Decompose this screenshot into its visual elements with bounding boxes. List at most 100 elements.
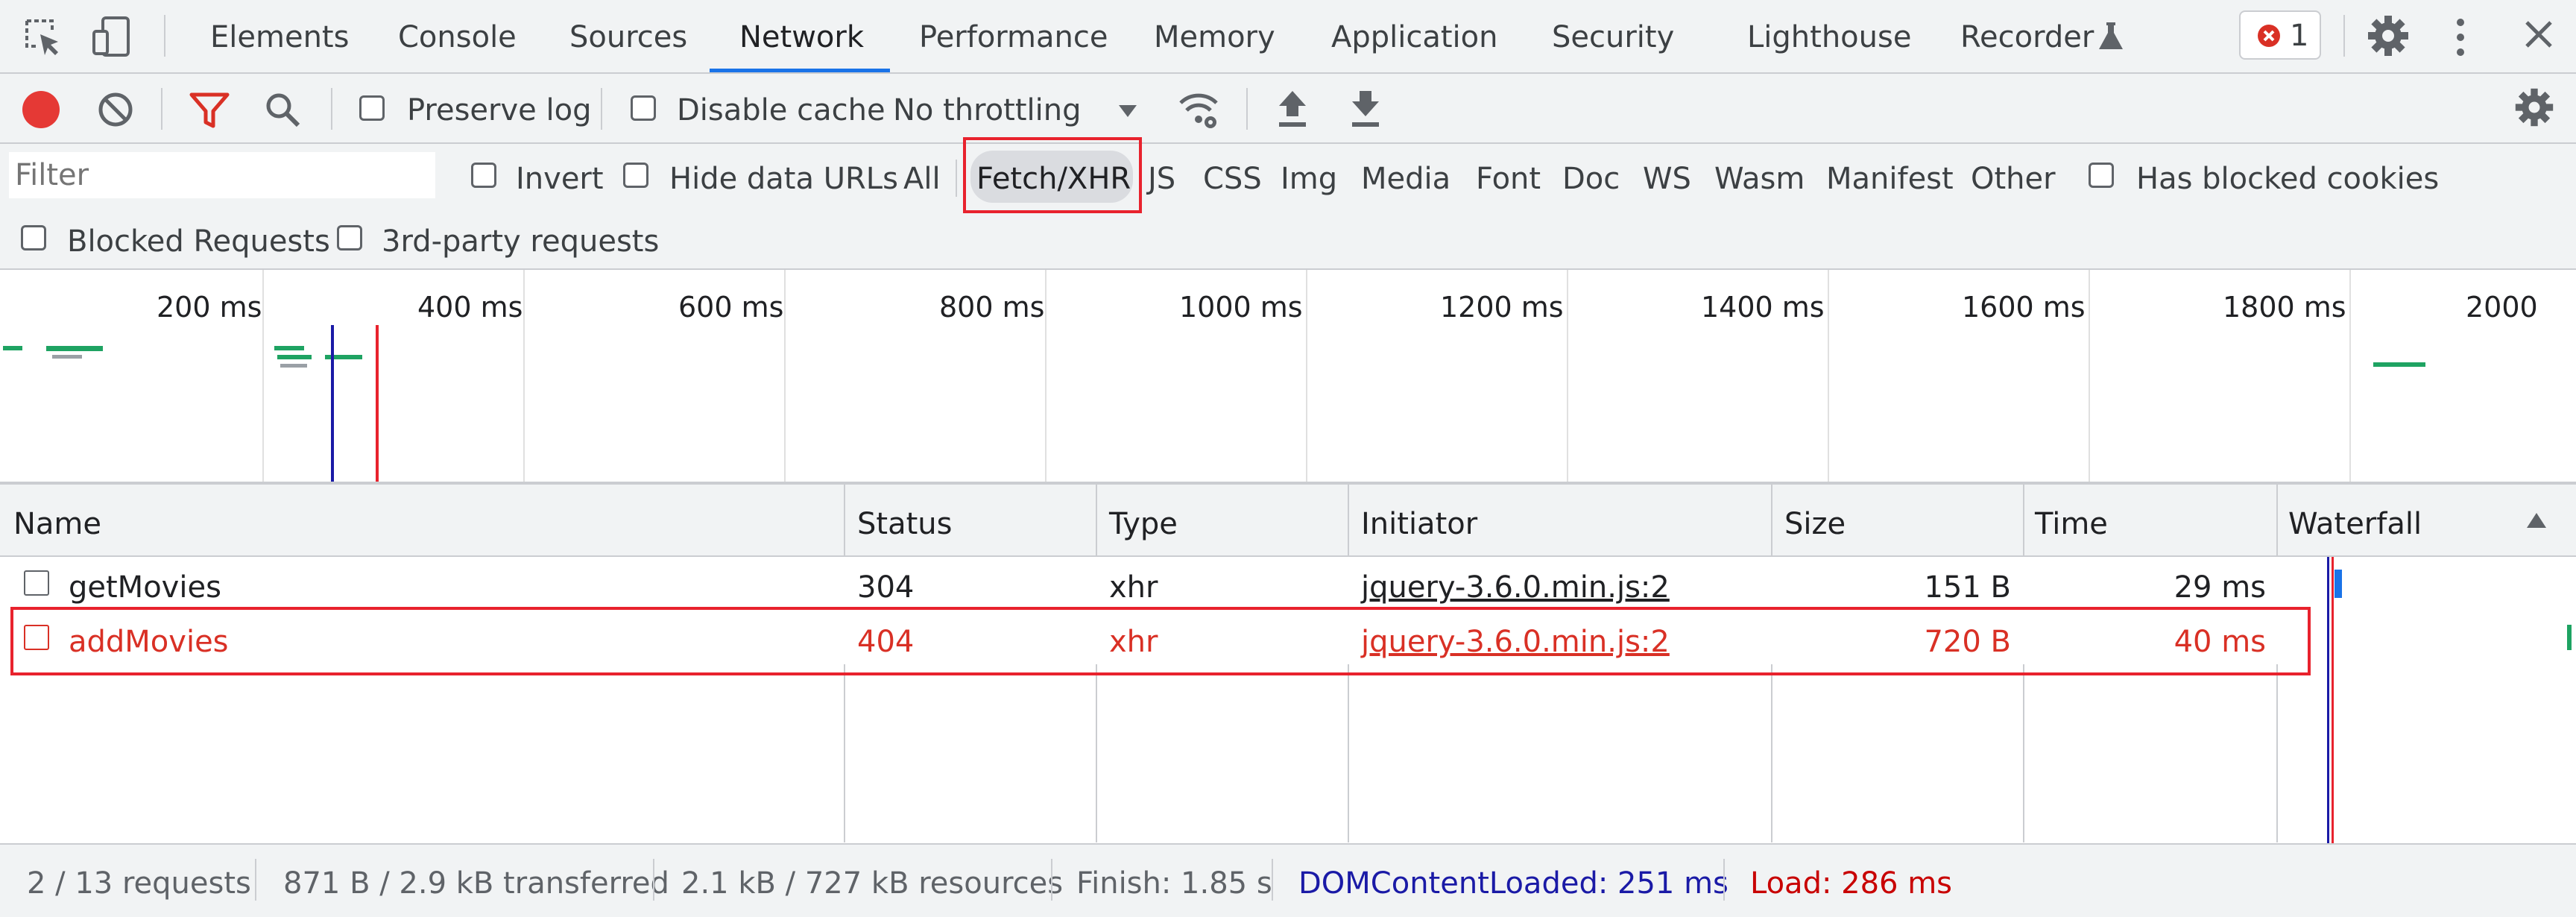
record-button[interactable] [22, 91, 60, 128]
column-header-waterfall[interactable]: Waterfall [2288, 507, 2422, 541]
tab-network[interactable]: Network [739, 22, 864, 52]
filter-type-media[interactable]: Media [1361, 164, 1450, 194]
hide-data-urls-label: Hide data URLs [669, 162, 898, 196]
toolbar-divider [331, 88, 332, 130]
network-settings-icon[interactable] [2513, 86, 2555, 128]
filter-type-font[interactable]: Font [1476, 164, 1541, 194]
sort-ascending-icon[interactable] [2525, 511, 2548, 529]
device-toolbar-icon[interactable] [89, 15, 134, 60]
tab-console[interactable]: Console [398, 22, 517, 52]
dom-content-loaded-marker [331, 325, 334, 482]
filter-type-other[interactable]: Other [1971, 164, 2056, 194]
filter-divider [956, 160, 957, 197]
timeline-tick: 1000 ms [1179, 291, 1303, 324]
status-transferred: 871 B / 2.9 kB transferred [283, 866, 669, 901]
clear-icon[interactable] [97, 91, 134, 128]
export-har-icon[interactable] [1349, 89, 1382, 128]
status-divider [1723, 859, 1725, 901]
timeline-gridline [784, 270, 786, 482]
flask-icon [2097, 21, 2124, 51]
request-table-header [0, 485, 2576, 557]
throttling-select[interactable]: No throttling [893, 88, 1146, 130]
hide-data-urls-checkbox[interactable] [623, 163, 648, 188]
request-status: 304 [857, 570, 915, 605]
column-header-status[interactable]: Status [857, 507, 952, 541]
status-load: Load: 286 ms [1750, 866, 1953, 901]
timeline-tick: 400 ms [417, 291, 523, 324]
disable-cache-checkbox[interactable] [631, 95, 656, 121]
status-divider [255, 859, 256, 901]
filter-type-manifest[interactable]: Manifest [1826, 164, 1954, 194]
request-initiator-link[interactable]: jquery-3.6.0.min.js:2 [1361, 570, 1670, 605]
devtools-tab-bar [0, 0, 2576, 74]
toolbar-divider [161, 88, 162, 130]
tab-lighthouse[interactable]: Lighthouse [1747, 22, 1911, 52]
blocked-requests-label: Blocked Requests [67, 224, 330, 259]
waterfall-bar [2334, 570, 2342, 598]
column-header-type[interactable]: Type [1109, 507, 1178, 541]
tab-memory[interactable]: Memory [1154, 22, 1275, 52]
has-blocked-cookies-label: Has blocked cookies [2136, 162, 2440, 196]
timeline-gridline [1306, 270, 1307, 482]
column-header-time[interactable]: Time [2035, 507, 2108, 541]
timeline-tick: 200 ms [157, 291, 262, 324]
tab-elements[interactable]: Elements [210, 22, 349, 52]
fetch-xhr-highlight [963, 137, 1142, 213]
timeline-tick: 1600 ms [1962, 291, 2086, 324]
tab-recorder[interactable]: Recorder [1960, 22, 2094, 52]
filter-type-wasm[interactable]: Wasm [1714, 164, 1805, 194]
status-requests: 2 / 13 requests [27, 866, 251, 901]
throttling-value: No throttling [893, 93, 1082, 127]
filter-icon[interactable] [189, 92, 230, 128]
request-type: xhr [1109, 570, 1158, 605]
overview-request-bar [2373, 362, 2425, 367]
waterfall-bar [2567, 625, 2572, 650]
overview-request-bar [274, 346, 304, 350]
filter-type-img[interactable]: Img [1281, 164, 1337, 194]
toolbar-divider [164, 15, 165, 57]
settings-gear-icon[interactable] [2366, 13, 2411, 58]
request-name[interactable]: getMovies [69, 570, 221, 605]
error-icon [2258, 25, 2280, 47]
invert-checkbox[interactable] [471, 163, 496, 188]
tab-security[interactable]: Security [1552, 22, 1674, 52]
toolbar-divider [601, 88, 602, 130]
overview-request-bar [277, 355, 312, 359]
more-options-icon[interactable] [2449, 16, 2472, 58]
close-icon[interactable] [2522, 18, 2555, 51]
row-document-icon [24, 570, 49, 596]
timeline-gridline [1045, 270, 1046, 482]
third-party-label: 3rd-party requests [382, 224, 660, 259]
filter-type-all[interactable]: All [903, 164, 941, 194]
import-har-icon[interactable] [1276, 89, 1309, 128]
timeline-gridline [2089, 270, 2090, 482]
filter-input[interactable] [9, 152, 435, 198]
column-header-size[interactable]: Size [1784, 507, 1846, 541]
status-resources: 2.1 kB / 727 kB resources [681, 866, 1064, 901]
filter-type-css[interactable]: CSS [1203, 164, 1262, 194]
search-icon[interactable] [264, 91, 301, 128]
has-blocked-cookies-checkbox[interactable] [2089, 163, 2114, 188]
timeline-tick: 600 ms [678, 291, 784, 324]
tab-sources[interactable]: Sources [569, 22, 687, 52]
tab-application[interactable]: Application [1331, 22, 1498, 52]
status-dom-content-loaded: DOMContentLoaded: 251 ms [1298, 866, 1729, 901]
error-count-badge[interactable]: 1 [2239, 10, 2321, 60]
filter-type-doc[interactable]: Doc [1562, 164, 1620, 194]
overview-request-bar [280, 364, 307, 368]
column-header-name[interactable]: Name [13, 507, 101, 541]
tab-performance[interactable]: Performance [919, 22, 1108, 52]
overview-request-bar [46, 346, 103, 351]
status-divider [653, 859, 654, 901]
blocked-requests-checkbox[interactable] [21, 225, 46, 250]
timeline-gridline [523, 270, 525, 482]
preserve-log-label: Preserve log [407, 93, 592, 127]
network-conditions-icon[interactable] [1176, 86, 1221, 131]
third-party-checkbox[interactable] [337, 225, 362, 250]
timeline-gridline [1567, 270, 1568, 482]
inspect-element-icon[interactable] [22, 16, 64, 58]
column-header-initiator[interactable]: Initiator [1361, 507, 1477, 541]
preserve-log-checkbox[interactable] [359, 95, 385, 121]
filter-type-ws[interactable]: WS [1643, 164, 1691, 194]
filter-type-js[interactable]: JS [1148, 164, 1175, 194]
